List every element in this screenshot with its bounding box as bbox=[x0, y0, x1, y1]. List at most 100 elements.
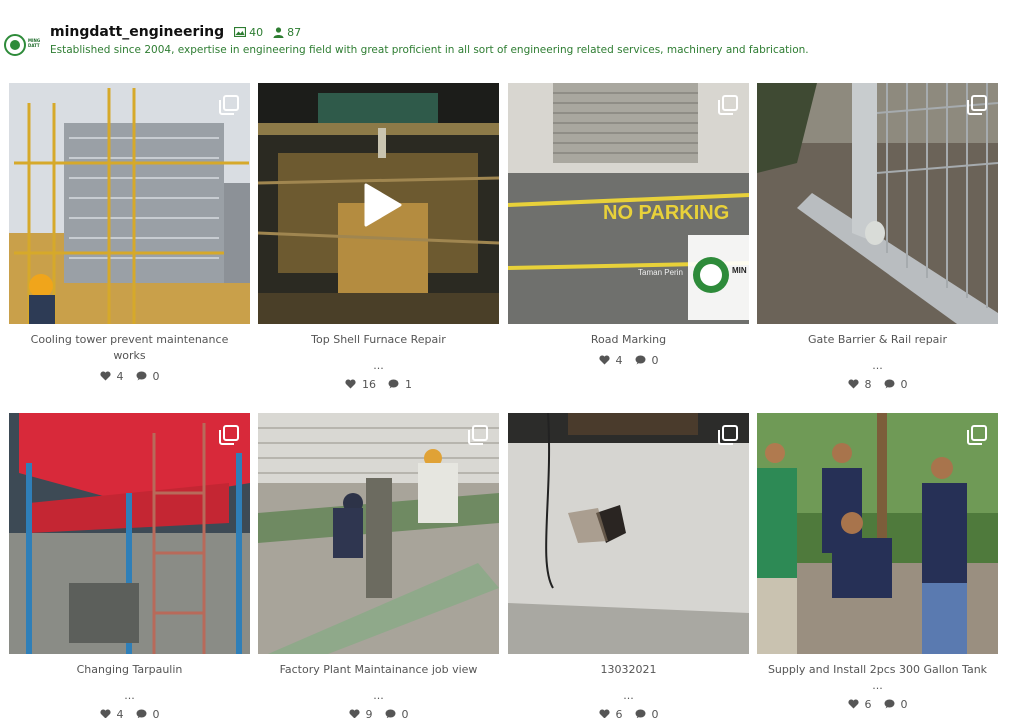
heart-icon bbox=[99, 371, 111, 381]
profile-avatar[interactable] bbox=[4, 34, 26, 56]
watermark-location-text: Taman Perin bbox=[638, 268, 683, 277]
post-stats: 6 0 bbox=[757, 696, 998, 712]
post-thumbnail[interactable] bbox=[508, 413, 749, 654]
post-caption: Changing Tarpaulin bbox=[76, 663, 183, 676]
likes-count: 4 bbox=[615, 353, 623, 367]
post-stats: 4 0 bbox=[508, 352, 749, 368]
carousel-icon bbox=[219, 425, 239, 445]
comment-icon bbox=[388, 379, 399, 389]
comment-icon bbox=[884, 699, 894, 709]
comments-count: 0 bbox=[651, 707, 659, 718]
instagram-feed-widget: MING DATT mingdatt_engineering 40 87 Est… bbox=[0, 0, 1011, 718]
post-stats: 8 0 bbox=[757, 376, 998, 392]
followers-count-value: 87 bbox=[287, 25, 302, 39]
post-card[interactable]: 13032021 ... 6 0 bbox=[508, 413, 749, 718]
cooling-tower-photo bbox=[9, 83, 250, 324]
likes-count: 6 bbox=[864, 697, 872, 711]
profile-bio: Established since 2004, expertise in eng… bbox=[50, 44, 809, 56]
comments-count: 0 bbox=[651, 353, 659, 367]
post-caption: Top Shell Furnace Repair bbox=[311, 333, 446, 346]
caption-more: ... bbox=[872, 359, 883, 372]
caption-more: ... bbox=[373, 359, 384, 372]
heart-icon bbox=[348, 709, 360, 718]
carousel-icon bbox=[718, 425, 738, 445]
post-card[interactable]: Factory Plant Maintainance job view ... … bbox=[258, 413, 499, 718]
heart-icon bbox=[598, 355, 610, 365]
heart-icon bbox=[99, 709, 111, 718]
comment-icon bbox=[136, 371, 146, 381]
wall-hole-photo bbox=[508, 413, 749, 654]
tarpaulin-photo bbox=[9, 413, 250, 654]
post-thumbnail[interactable]: NO PARKING MIN DAT Taman Perin bbox=[508, 83, 749, 324]
user-icon bbox=[273, 26, 284, 38]
followers-count: 87 bbox=[273, 26, 301, 39]
carousel-icon bbox=[219, 95, 239, 115]
post-thumbnail[interactable] bbox=[757, 413, 998, 654]
play-icon[interactable] bbox=[362, 183, 402, 227]
post-card[interactable]: Gate Barrier & Rail repair ... 8 0 bbox=[757, 83, 998, 392]
post-thumbnail[interactable] bbox=[757, 83, 998, 324]
post-caption: Road Marking bbox=[590, 333, 667, 346]
likes-count: 16 bbox=[362, 377, 376, 391]
likes-count: 4 bbox=[116, 707, 124, 718]
posts-count-value: 40 bbox=[249, 25, 264, 39]
post-card[interactable]: Top Shell Furnace Repair ... 16 1 bbox=[258, 83, 499, 392]
factory-plant-photo bbox=[258, 413, 499, 654]
heart-icon bbox=[847, 379, 859, 389]
comment-icon bbox=[884, 379, 894, 389]
profile-header: MING DATT mingdatt_engineering 40 87 Est… bbox=[4, 22, 809, 56]
caption-more: ... bbox=[373, 689, 384, 702]
post-caption: Factory Plant Maintainance job view bbox=[279, 663, 478, 676]
gate-barrier-photo bbox=[757, 83, 998, 324]
likes-count: 8 bbox=[864, 377, 872, 391]
carousel-icon bbox=[967, 425, 987, 445]
profile-username[interactable]: mingdatt_engineering bbox=[50, 24, 224, 40]
team-tank-photo bbox=[757, 413, 998, 654]
posts-count: 40 bbox=[234, 26, 263, 39]
comments-count: 0 bbox=[900, 377, 908, 391]
post-card[interactable]: Changing Tarpaulin ... 4 0 bbox=[9, 413, 250, 718]
heart-icon bbox=[345, 379, 356, 389]
comment-icon bbox=[635, 709, 645, 718]
post-card[interactable]: Cooling tower prevent maintenance works … bbox=[9, 83, 250, 384]
image-icon bbox=[234, 27, 247, 37]
comment-icon bbox=[635, 355, 645, 365]
post-stats: 4 0 bbox=[9, 368, 250, 384]
carousel-icon bbox=[718, 95, 738, 115]
watermark-brand-text: MIN DAT bbox=[732, 266, 749, 275]
post-card[interactable]: Supply and Install 2pcs 300 Gallon Tank … bbox=[757, 413, 998, 712]
post-stats: 16 1 bbox=[258, 376, 499, 392]
post-stats: 9 0 bbox=[258, 706, 499, 718]
avatar-brand-text: MING DATT bbox=[28, 38, 41, 48]
road-text-no: NO PARKING bbox=[603, 202, 729, 224]
likes-count: 4 bbox=[116, 369, 124, 383]
post-caption: Supply and Install 2pcs 300 Gallon Tank bbox=[767, 663, 988, 676]
post-stats: 6 0 bbox=[508, 706, 749, 718]
road-marking-photo: NO PARKING MIN DAT Taman Perin bbox=[508, 83, 749, 324]
carousel-icon bbox=[468, 425, 488, 445]
post-stats: 4 0 bbox=[9, 706, 250, 718]
post-thumbnail[interactable] bbox=[258, 83, 499, 324]
caption-more: ... bbox=[623, 689, 634, 702]
comments-count: 0 bbox=[152, 369, 160, 383]
comments-count: 0 bbox=[900, 697, 908, 711]
post-card[interactable]: NO PARKING MIN DAT Taman Perin Road Mark… bbox=[508, 83, 749, 368]
heart-icon bbox=[598, 709, 610, 718]
post-thumbnail[interactable] bbox=[9, 83, 250, 324]
carousel-icon bbox=[967, 95, 987, 115]
caption-more: ... bbox=[124, 689, 135, 702]
comments-count: 0 bbox=[401, 707, 409, 718]
post-caption: 13032021 bbox=[600, 663, 657, 676]
caption-more: ... bbox=[872, 679, 883, 692]
post-thumbnail[interactable] bbox=[258, 413, 499, 654]
comment-icon bbox=[385, 709, 395, 718]
comments-count: 1 bbox=[405, 377, 412, 391]
likes-count: 9 bbox=[365, 707, 373, 718]
comment-icon bbox=[136, 709, 146, 718]
likes-count: 6 bbox=[615, 707, 623, 718]
post-caption: Gate Barrier & Rail repair bbox=[808, 333, 947, 346]
heart-icon bbox=[847, 699, 859, 709]
comments-count: 0 bbox=[152, 707, 160, 718]
post-caption: Cooling tower prevent maintenance works bbox=[30, 333, 229, 362]
post-thumbnail[interactable] bbox=[9, 413, 250, 654]
